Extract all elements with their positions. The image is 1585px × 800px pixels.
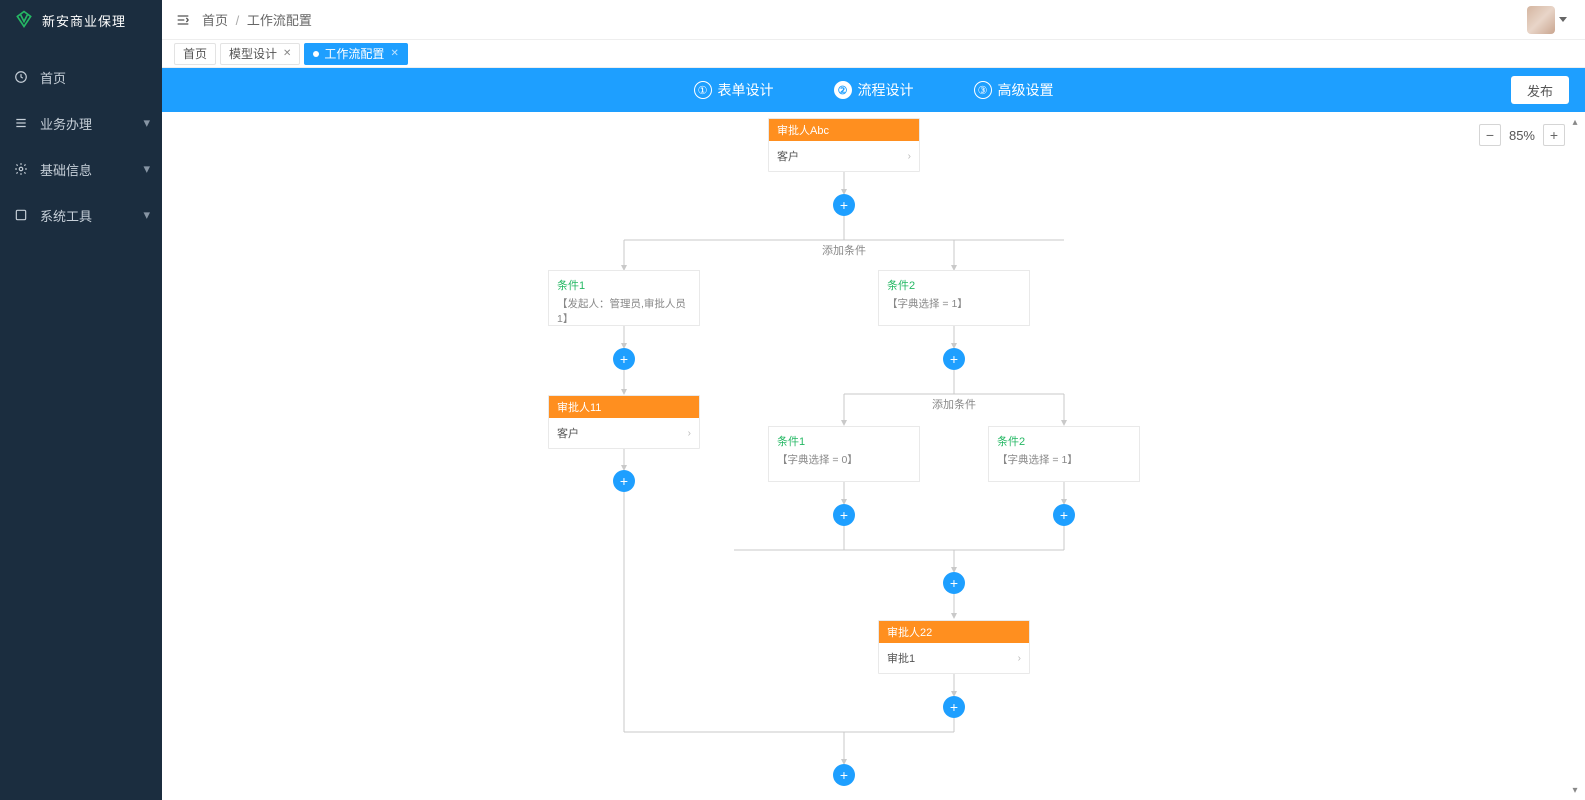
condition-desc: 【字典选择 = 0】 [777, 452, 911, 467]
sidebar-item-business[interactable]: 业务办理 ▾ [0, 100, 162, 146]
publish-button[interactable]: 发布 [1511, 76, 1569, 104]
flow-node-approver[interactable]: 审批人11 客户 › [548, 395, 700, 449]
box-icon [14, 208, 28, 222]
condition-desc: 【发起人：管理员,审批人员1】 [557, 296, 691, 326]
flow-condition-node[interactable]: 条件1 【字典选择 = 0】 [768, 426, 920, 482]
step-form-design[interactable]: ① 表单设计 [694, 80, 774, 100]
add-node-button[interactable]: + [833, 194, 855, 216]
step-number-icon: ① [694, 81, 712, 99]
user-avatar[interactable] [1527, 6, 1555, 34]
tab-close-icon[interactable]: ✕ [390, 48, 398, 59]
flow-node-body: 审批1 [887, 650, 915, 666]
step-advanced-settings[interactable]: ③ 高级设置 [974, 80, 1054, 100]
step-bar: ① 表单设计 ② 流程设计 ③ 高级设置 发布 [162, 68, 1585, 112]
condition-desc: 【字典选择 = 1】 [887, 296, 1021, 311]
add-node-button[interactable]: + [613, 348, 635, 370]
chevron-right-icon: › [908, 151, 911, 162]
flow-node-body: 客户 [777, 148, 799, 164]
flow-condition-node[interactable]: 条件2 【字典选择 = 1】 [878, 270, 1030, 326]
tab-home[interactable]: 首页 [174, 43, 216, 65]
sidebar-item-baseinfo[interactable]: 基础信息 ▾ [0, 146, 162, 192]
tab-label: 工作流配置 [324, 45, 384, 62]
zoom-value: 85% [1503, 128, 1541, 143]
dashboard-icon [14, 70, 28, 84]
brand-logo-icon [14, 9, 34, 32]
step-number-icon: ③ [974, 81, 992, 99]
step-flow-design[interactable]: ② 流程设计 [834, 80, 914, 100]
chevron-right-icon: › [688, 428, 691, 439]
flow-node-title: 审批人Abc [769, 119, 919, 141]
brand-title: 新安商业保理 [42, 11, 126, 30]
breadcrumb-separator: / [236, 13, 240, 28]
condition-title: 条件2 [887, 277, 1021, 293]
sidebar-item-label: 基础信息 [40, 160, 92, 179]
flow-diagram: 审批人Abc 客户 › + 添加条件 条件1 【发起人：管理员,审批人员1】 条件… [162, 112, 1585, 800]
sidebar-item-label: 系统工具 [40, 206, 92, 225]
flow-node-title: 审批人11 [549, 396, 699, 418]
zoom-controls: − 85% + [1479, 124, 1565, 146]
tab-model-design[interactable]: 模型设计 ✕ [220, 43, 300, 65]
condition-desc: 【字典选择 = 1】 [997, 452, 1131, 467]
breadcrumb: 首页 / 工作流配置 [202, 10, 312, 29]
flow-condition-node[interactable]: 条件1 【发起人：管理员,审批人员1】 [548, 270, 700, 326]
topbar: 首页 / 工作流配置 [162, 0, 1585, 40]
sidebar-item-label: 业务办理 [40, 114, 92, 133]
condition-title: 条件1 [557, 277, 691, 293]
flow-canvas[interactable]: ▴ ▾ − 85% + [162, 112, 1585, 800]
sidebar-menu: 首页 业务办理 ▾ 基础信息 ▾ 系统工具 ▾ [0, 40, 162, 238]
add-node-button[interactable]: + [1053, 504, 1075, 526]
step-label: 高级设置 [998, 80, 1054, 100]
tab-label: 首页 [183, 45, 207, 62]
menu-collapse-icon [175, 12, 191, 28]
add-condition-label[interactable]: 添加条件 [928, 395, 980, 413]
main: 首页 / 工作流配置 首页 模型设计 ✕ 工作流配置 ✕ ① 表单设计 [162, 0, 1585, 800]
condition-title: 条件1 [777, 433, 911, 449]
zoom-out-button[interactable]: − [1479, 124, 1501, 146]
sidebar-item-home[interactable]: 首页 [0, 54, 162, 100]
tab-workflow-config[interactable]: 工作流配置 ✕ [304, 43, 407, 65]
user-menu-caret-icon[interactable] [1559, 17, 1567, 22]
flow-node-body: 客户 [557, 425, 579, 441]
flow-node-approver[interactable]: 审批人22 审批1 › [878, 620, 1030, 674]
sidebar: 新安商业保理 首页 业务办理 ▾ 基础信息 ▾ 系统工具 ▾ [0, 0, 162, 800]
tab-active-dot-icon [313, 51, 319, 57]
chevron-down-icon: ▾ [143, 207, 150, 223]
step-label: 表单设计 [718, 80, 774, 100]
condition-title: 条件2 [997, 433, 1131, 449]
step-number-icon: ② [834, 81, 852, 99]
step-label: 流程设计 [858, 80, 914, 100]
breadcrumb-home[interactable]: 首页 [202, 13, 228, 28]
flow-node-start[interactable]: 审批人Abc 客户 › [768, 118, 920, 172]
list-icon [14, 116, 28, 130]
breadcrumb-current: 工作流配置 [247, 13, 312, 28]
zoom-in-button[interactable]: + [1543, 124, 1565, 146]
flow-condition-node[interactable]: 条件2 【字典选择 = 1】 [988, 426, 1140, 482]
add-node-button[interactable]: + [943, 572, 965, 594]
tab-label: 模型设计 [229, 45, 277, 62]
chevron-right-icon: › [1018, 653, 1021, 664]
chevron-down-icon: ▾ [143, 115, 150, 131]
add-node-button[interactable]: + [613, 470, 635, 492]
add-node-button[interactable]: + [833, 504, 855, 526]
tabs-row: 首页 模型设计 ✕ 工作流配置 ✕ [162, 40, 1585, 68]
add-condition-label[interactable]: 添加条件 [818, 241, 870, 259]
sidebar-item-label: 首页 [40, 68, 66, 87]
tab-close-icon[interactable]: ✕ [283, 48, 291, 59]
brand: 新安商业保理 [0, 0, 162, 40]
sidebar-toggle-button[interactable] [170, 7, 196, 33]
flow-node-title: 审批人22 [879, 621, 1029, 643]
add-node-button[interactable]: + [833, 764, 855, 786]
chevron-down-icon: ▾ [143, 161, 150, 177]
gear-icon [14, 162, 28, 176]
add-node-button[interactable]: + [943, 696, 965, 718]
sidebar-item-systools[interactable]: 系统工具 ▾ [0, 192, 162, 238]
add-node-button[interactable]: + [943, 348, 965, 370]
